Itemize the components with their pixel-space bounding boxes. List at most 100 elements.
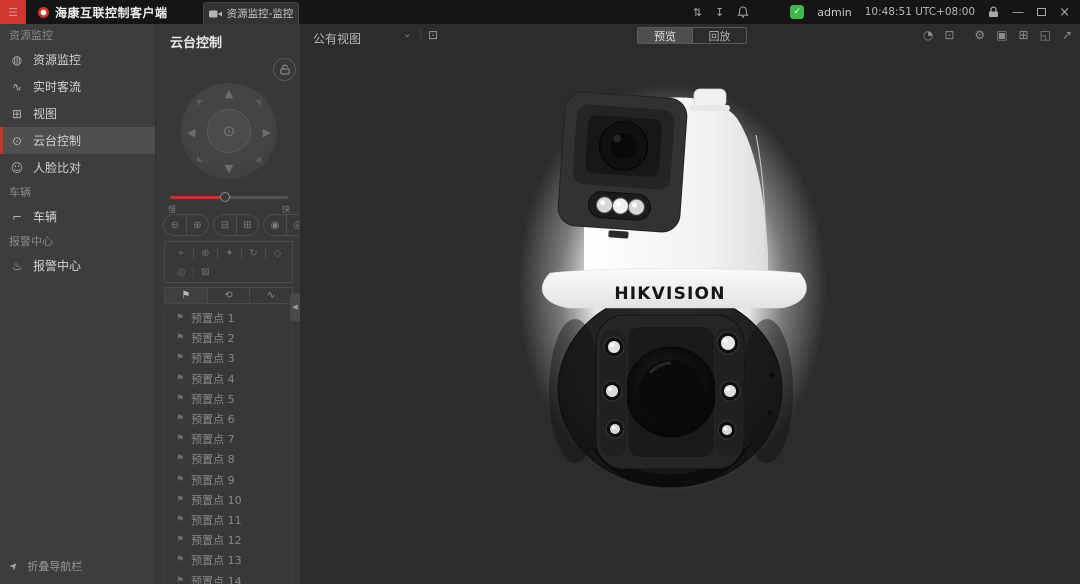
preset-item[interactable]: ⚑ 预置点 3 (165, 348, 291, 368)
sidebar-item[interactable]: ⊙ 云台控制 (0, 127, 155, 154)
area-zoom-icon[interactable]: ⊕ (193, 248, 217, 259)
app-logo: 海康互联控制客户端 (38, 4, 168, 21)
sidebar-item[interactable]: ♨ 报警中心 (0, 252, 155, 279)
wiper-status-icon[interactable]: ◔ (923, 28, 933, 42)
window-layout-icon[interactable]: ▣ (996, 28, 1007, 42)
pan-up-button[interactable]: ▲ (181, 88, 277, 99)
preset-flag-icon: ⚑ (176, 576, 184, 584)
sidebar-item[interactable]: ⊞ 视图 (0, 100, 155, 127)
ptz-control-icon: ⊙ (10, 134, 24, 148)
sync-icon[interactable]: ⇅ (693, 6, 702, 19)
patrol-tab[interactable]: ⟲ (207, 288, 250, 303)
ptz-joystick-center[interactable]: ⊙ (207, 109, 251, 153)
ptz-speed-thumb[interactable] (220, 192, 230, 202)
preset-item[interactable]: ⚑ 预置点 10 (165, 490, 291, 510)
preset-label: 预置点 1 (191, 310, 235, 326)
sidebar-rows: 资源监控 ◍ 资源监控 ∿ 实时客流 ⊞ 视图 ⊙ 云台控制 ☺ (0, 24, 155, 279)
tab-resource-monitor[interactable]: 资源监控-监控 (203, 2, 299, 24)
brand-text: HIKVISION (614, 284, 725, 304)
sidebar-item[interactable]: 资源监控 (0, 24, 155, 46)
views-icon: ⊞ (10, 107, 24, 121)
close-button[interactable]: × (1059, 5, 1070, 20)
grid-layout-icon[interactable]: ⊞ (1019, 28, 1029, 42)
preset-item[interactable]: ⚑ 预置点 9 (165, 470, 291, 490)
pan-down-left-button[interactable]: ◣ (197, 155, 203, 163)
collapse-nav-button[interactable]: ➤ 折叠导航栏 (10, 558, 82, 574)
preset-label: 预置点 4 (191, 371, 235, 387)
collapse-nav-label: 折叠导航栏 (27, 558, 82, 574)
chevron-down-icon[interactable]: ⌄ (403, 29, 411, 40)
sidebar-item-label: 报警中心 (9, 233, 53, 249)
vehicle-icon: ⌐ (10, 210, 24, 224)
aux-focus-icon[interactable]: ⊠ (193, 267, 217, 278)
restore-button[interactable] (1037, 8, 1046, 16)
pan-up-right-button[interactable]: ◥ (255, 99, 261, 107)
preset-item[interactable]: ⚑ 预置点 14 (165, 570, 291, 584)
sidebar-item[interactable]: ◍ 资源监控 (0, 46, 155, 73)
popout-icon[interactable]: ↗ (1062, 28, 1072, 42)
preset-tab[interactable]: ⚑ (165, 288, 207, 303)
ptz-lock-button[interactable] (273, 58, 296, 81)
sidebar-item[interactable]: ∿ 实时客流 (0, 73, 155, 100)
preset-item[interactable]: ⚑ 预置点 2 (165, 328, 291, 348)
zoom-out-icon[interactable]: ⊖ (164, 215, 186, 235)
pan-right-button[interactable]: ▶ (263, 127, 271, 138)
preset-item[interactable]: ⚑ 预置点 6 (165, 409, 291, 429)
zoom-in-icon[interactable]: ⊕ (186, 215, 208, 235)
topbar-right-cluster: ⇅ ↧ ✓ admin 10:48:51 UTC+08:00 — × (693, 5, 1080, 20)
preset-item[interactable]: ⚑ 预置点 12 (165, 530, 291, 550)
ptz-adjust-group: ⊟ ⊞ (213, 214, 259, 236)
tab-playback[interactable]: 回放 (692, 28, 746, 43)
pan-left-button[interactable]: ◀ (187, 127, 195, 138)
light-icon[interactable]: ✦ (217, 248, 241, 259)
preset-item[interactable]: ⚑ 预置点 13 (165, 550, 291, 570)
video-camera-icon (209, 9, 222, 19)
sidebar-item[interactable]: 报警中心 (0, 230, 155, 252)
notification-bell-icon[interactable] (737, 6, 749, 18)
focus-near-icon[interactable]: ⊞ (236, 215, 258, 235)
lens-init-icon[interactable]: ◎ (169, 267, 193, 278)
connection-status-icon[interactable]: ✓ (790, 5, 804, 19)
ptz-tools-row2: ◎⊠ (169, 263, 288, 282)
position-3d-icon[interactable]: ⌖ (169, 248, 193, 259)
sidebar-item-label: 实时客流 (33, 78, 81, 95)
preset-item[interactable]: ⚑ 预置点 4 (165, 369, 291, 389)
pan-down-button[interactable]: ▼ (181, 163, 277, 174)
sidebar-item-label: 资源监控 (9, 27, 53, 43)
sidebar-item[interactable]: ⌐ 车辆 (0, 203, 155, 230)
sidebar-item[interactable]: 车辆 (0, 181, 155, 203)
main-menu-button[interactable]: ☰ (0, 0, 26, 24)
user-menu[interactable]: admin (817, 6, 851, 19)
preset-item[interactable]: ⚑ 预置点 8 (165, 449, 291, 469)
ptz-direction-pad: ▲ ▼ ◀ ▶ ◤ ◥ ◣ ◢ ⊙ (181, 83, 277, 179)
preset-item[interactable]: ⚑ 预置点 5 (165, 389, 291, 409)
snapshot-icon[interactable]: ⊡ (944, 28, 954, 42)
settings-gear-icon[interactable]: ⚙ (974, 28, 985, 42)
top-cap (694, 89, 726, 107)
preset-flag-icon: ⚑ (176, 394, 184, 404)
preset-item[interactable]: ⚑ 预置点 7 (165, 429, 291, 449)
center-icon[interactable]: ◇ (265, 248, 289, 259)
save-view-icon[interactable]: ⊡ (428, 28, 438, 42)
pan-down-right-button[interactable]: ◢ (255, 155, 261, 163)
ptz-speed-slider[interactable] (170, 196, 288, 199)
view-selector[interactable]: 公有视图 (313, 30, 361, 47)
preset-item[interactable]: ⚑ 预置点 1 (165, 308, 291, 328)
pattern-tab[interactable]: ∿ (249, 288, 292, 303)
preset-label: 预置点 13 (191, 552, 242, 568)
lock-screen-icon[interactable] (988, 6, 999, 18)
focus-far-icon[interactable]: ⊟ (214, 215, 236, 235)
sidebar-item[interactable]: ☺ 人脸比对 (0, 154, 155, 181)
preset-item[interactable]: ⚑ 预置点 11 (165, 510, 291, 530)
iris-close-icon[interactable]: ◉ (264, 215, 286, 235)
pan-up-left-button[interactable]: ◤ (197, 99, 203, 107)
preset-label: 预置点 8 (191, 451, 235, 467)
wiper-icon[interactable]: ↻ (241, 248, 265, 259)
panel-collapse-handle[interactable]: ◀ (290, 293, 300, 321)
fullscreen-icon[interactable]: ◱ (1040, 28, 1051, 42)
download-icon[interactable]: ↧ (715, 6, 724, 19)
minimize-button[interactable]: — (1012, 5, 1024, 19)
ptz-tools-box: ⌖⊕✦↻◇ ◎⊠ (164, 241, 293, 283)
ptz-tools-row1: ⌖⊕✦↻◇ (169, 244, 288, 263)
tab-preview[interactable]: 预览 (638, 28, 692, 43)
